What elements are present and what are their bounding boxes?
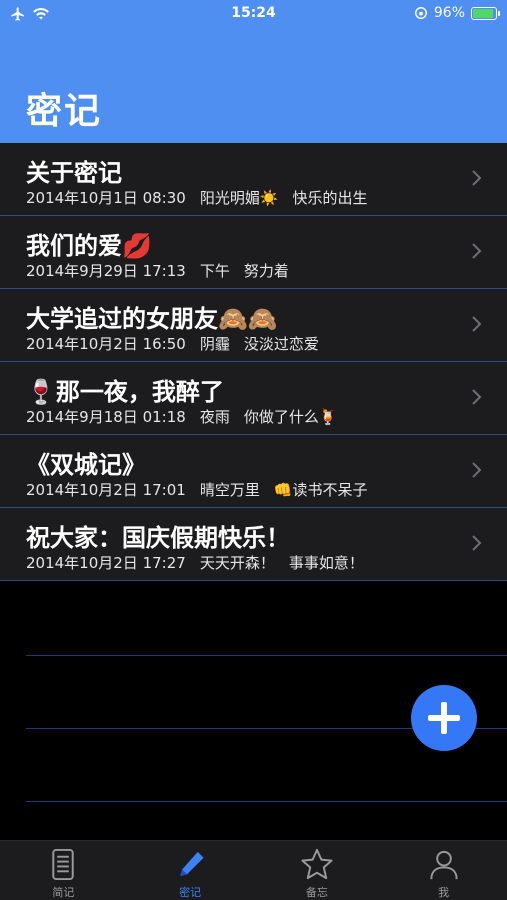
entry-title: 《双城记》 bbox=[26, 451, 146, 479]
document-icon bbox=[52, 848, 75, 881]
chevron-right-icon bbox=[472, 243, 482, 259]
tab-label: 备忘 bbox=[305, 886, 328, 899]
tab-miji[interactable]: 密记 bbox=[127, 841, 254, 900]
entry-meta: 2014年10月2日 16:50 阴霾 没淡过恋爱 bbox=[26, 333, 333, 354]
entry-title: 我们的爱💋 bbox=[26, 232, 152, 260]
entry-date: 2014年9月18日 01:18 bbox=[26, 408, 186, 426]
entry-mood: 努力着 bbox=[243, 262, 289, 280]
status-right: 96% bbox=[414, 5, 500, 21]
plus-icon bbox=[428, 702, 460, 734]
page-title: 密记 bbox=[26, 91, 103, 132]
entry-title: 祝大家：国庆假期快乐！ bbox=[26, 524, 290, 552]
entry-weather: 天天开森！ bbox=[199, 554, 275, 572]
battery-level bbox=[473, 8, 493, 18]
entry-title: 关于密记 bbox=[26, 159, 122, 187]
chevron-right-icon bbox=[472, 462, 482, 478]
entry-date: 2014年10月2日 16:50 bbox=[26, 335, 186, 353]
divider bbox=[26, 801, 507, 802]
entry-weather: 夜雨 bbox=[199, 408, 230, 426]
entry-meta: 2014年10月2日 17:01 晴空万里 👊读书不呆子 bbox=[26, 479, 382, 500]
tab-bar: 简记 密记 备忘 我 bbox=[0, 840, 507, 900]
entry-date: 2014年10月2日 17:27 bbox=[26, 554, 186, 572]
pen-icon bbox=[180, 851, 204, 877]
battery-icon bbox=[471, 6, 500, 20]
entry-mood: 事事如意！ bbox=[288, 554, 364, 572]
entry-mood: 你做了什么🍹 bbox=[243, 408, 338, 426]
tab-jianji[interactable]: 简记 bbox=[0, 841, 127, 900]
list-item[interactable]: 祝大家：国庆假期快乐！ 2014年10月2日 17:27 天天开森！ 事事如意！ bbox=[0, 508, 507, 581]
header: 15:24 96% 密记 bbox=[0, 0, 507, 143]
entry-weather: 阳光明媚☀️ bbox=[199, 189, 279, 207]
tab-label: 我 bbox=[438, 886, 450, 899]
list-item[interactable]: 《双城记》 2014年10月2日 17:01 晴空万里 👊读书不呆子 bbox=[0, 435, 507, 508]
divider bbox=[26, 655, 507, 656]
entry-date: 2014年10月1日 08:30 bbox=[26, 189, 186, 207]
chevron-right-icon bbox=[472, 389, 482, 405]
entry-weather: 下午 bbox=[199, 262, 230, 280]
chevron-right-icon bbox=[472, 316, 482, 332]
tab-me[interactable]: 我 bbox=[380, 841, 507, 900]
entry-mood: 没淡过恋爱 bbox=[243, 335, 319, 353]
entry-list: 关于密记 2014年10月1日 08:30 阳光明媚☀️ 快乐的出生 我们的爱💋 2… bbox=[0, 143, 507, 581]
entry-date: 2014年9月29日 17:13 bbox=[26, 262, 186, 280]
entry-title: 大学追过的女朋友🙈🙈 bbox=[26, 305, 278, 333]
chevron-right-icon bbox=[472, 535, 482, 551]
entry-mood: 快乐的出生 bbox=[292, 189, 368, 207]
chevron-right-icon bbox=[472, 170, 482, 186]
entry-date: 2014年10月2日 17:01 bbox=[26, 481, 186, 499]
entry-title: 🍷那一夜，我醉了 bbox=[26, 378, 224, 406]
list-item[interactable]: 🍷那一夜，我醉了 2014年9月18日 01:18 夜雨 你做了什么🍹 bbox=[0, 362, 507, 435]
tab-beiwang[interactable]: 备忘 bbox=[254, 841, 381, 900]
entry-meta: 2014年9月29日 17:13 下午 努力着 bbox=[26, 260, 303, 281]
status-bar: 15:24 96% bbox=[0, 0, 507, 28]
tab-label: 密记 bbox=[179, 886, 202, 899]
entry-meta: 2014年9月18日 01:18 夜雨 你做了什么🍹 bbox=[26, 406, 352, 427]
entry-weather: 阴霾 bbox=[199, 335, 230, 353]
entry-meta: 2014年10月1日 08:30 阳光明媚☀️ 快乐的出生 bbox=[26, 187, 382, 208]
list-item[interactable]: 我们的爱💋 2014年9月29日 17:13 下午 努力着 bbox=[0, 216, 507, 289]
entry-mood: 👊读书不呆子 bbox=[273, 481, 368, 499]
orientation-lock-icon bbox=[414, 7, 427, 19]
entry-weather: 晴空万里 bbox=[199, 481, 260, 499]
list-item[interactable]: 大学追过的女朋友🙈🙈 2014年10月2日 16:50 阴霾 没淡过恋爱 bbox=[0, 289, 507, 362]
entry-meta: 2014年10月2日 17:27 天天开森！ 事事如意！ bbox=[26, 552, 378, 573]
star-icon bbox=[301, 848, 333, 880]
tab-label: 简记 bbox=[52, 886, 75, 899]
battery-percent: 96% bbox=[433, 5, 465, 21]
add-entry-button[interactable] bbox=[411, 685, 477, 751]
list-item[interactable]: 关于密记 2014年10月1日 08:30 阳光明媚☀️ 快乐的出生 bbox=[0, 143, 507, 216]
person-icon bbox=[430, 850, 458, 880]
